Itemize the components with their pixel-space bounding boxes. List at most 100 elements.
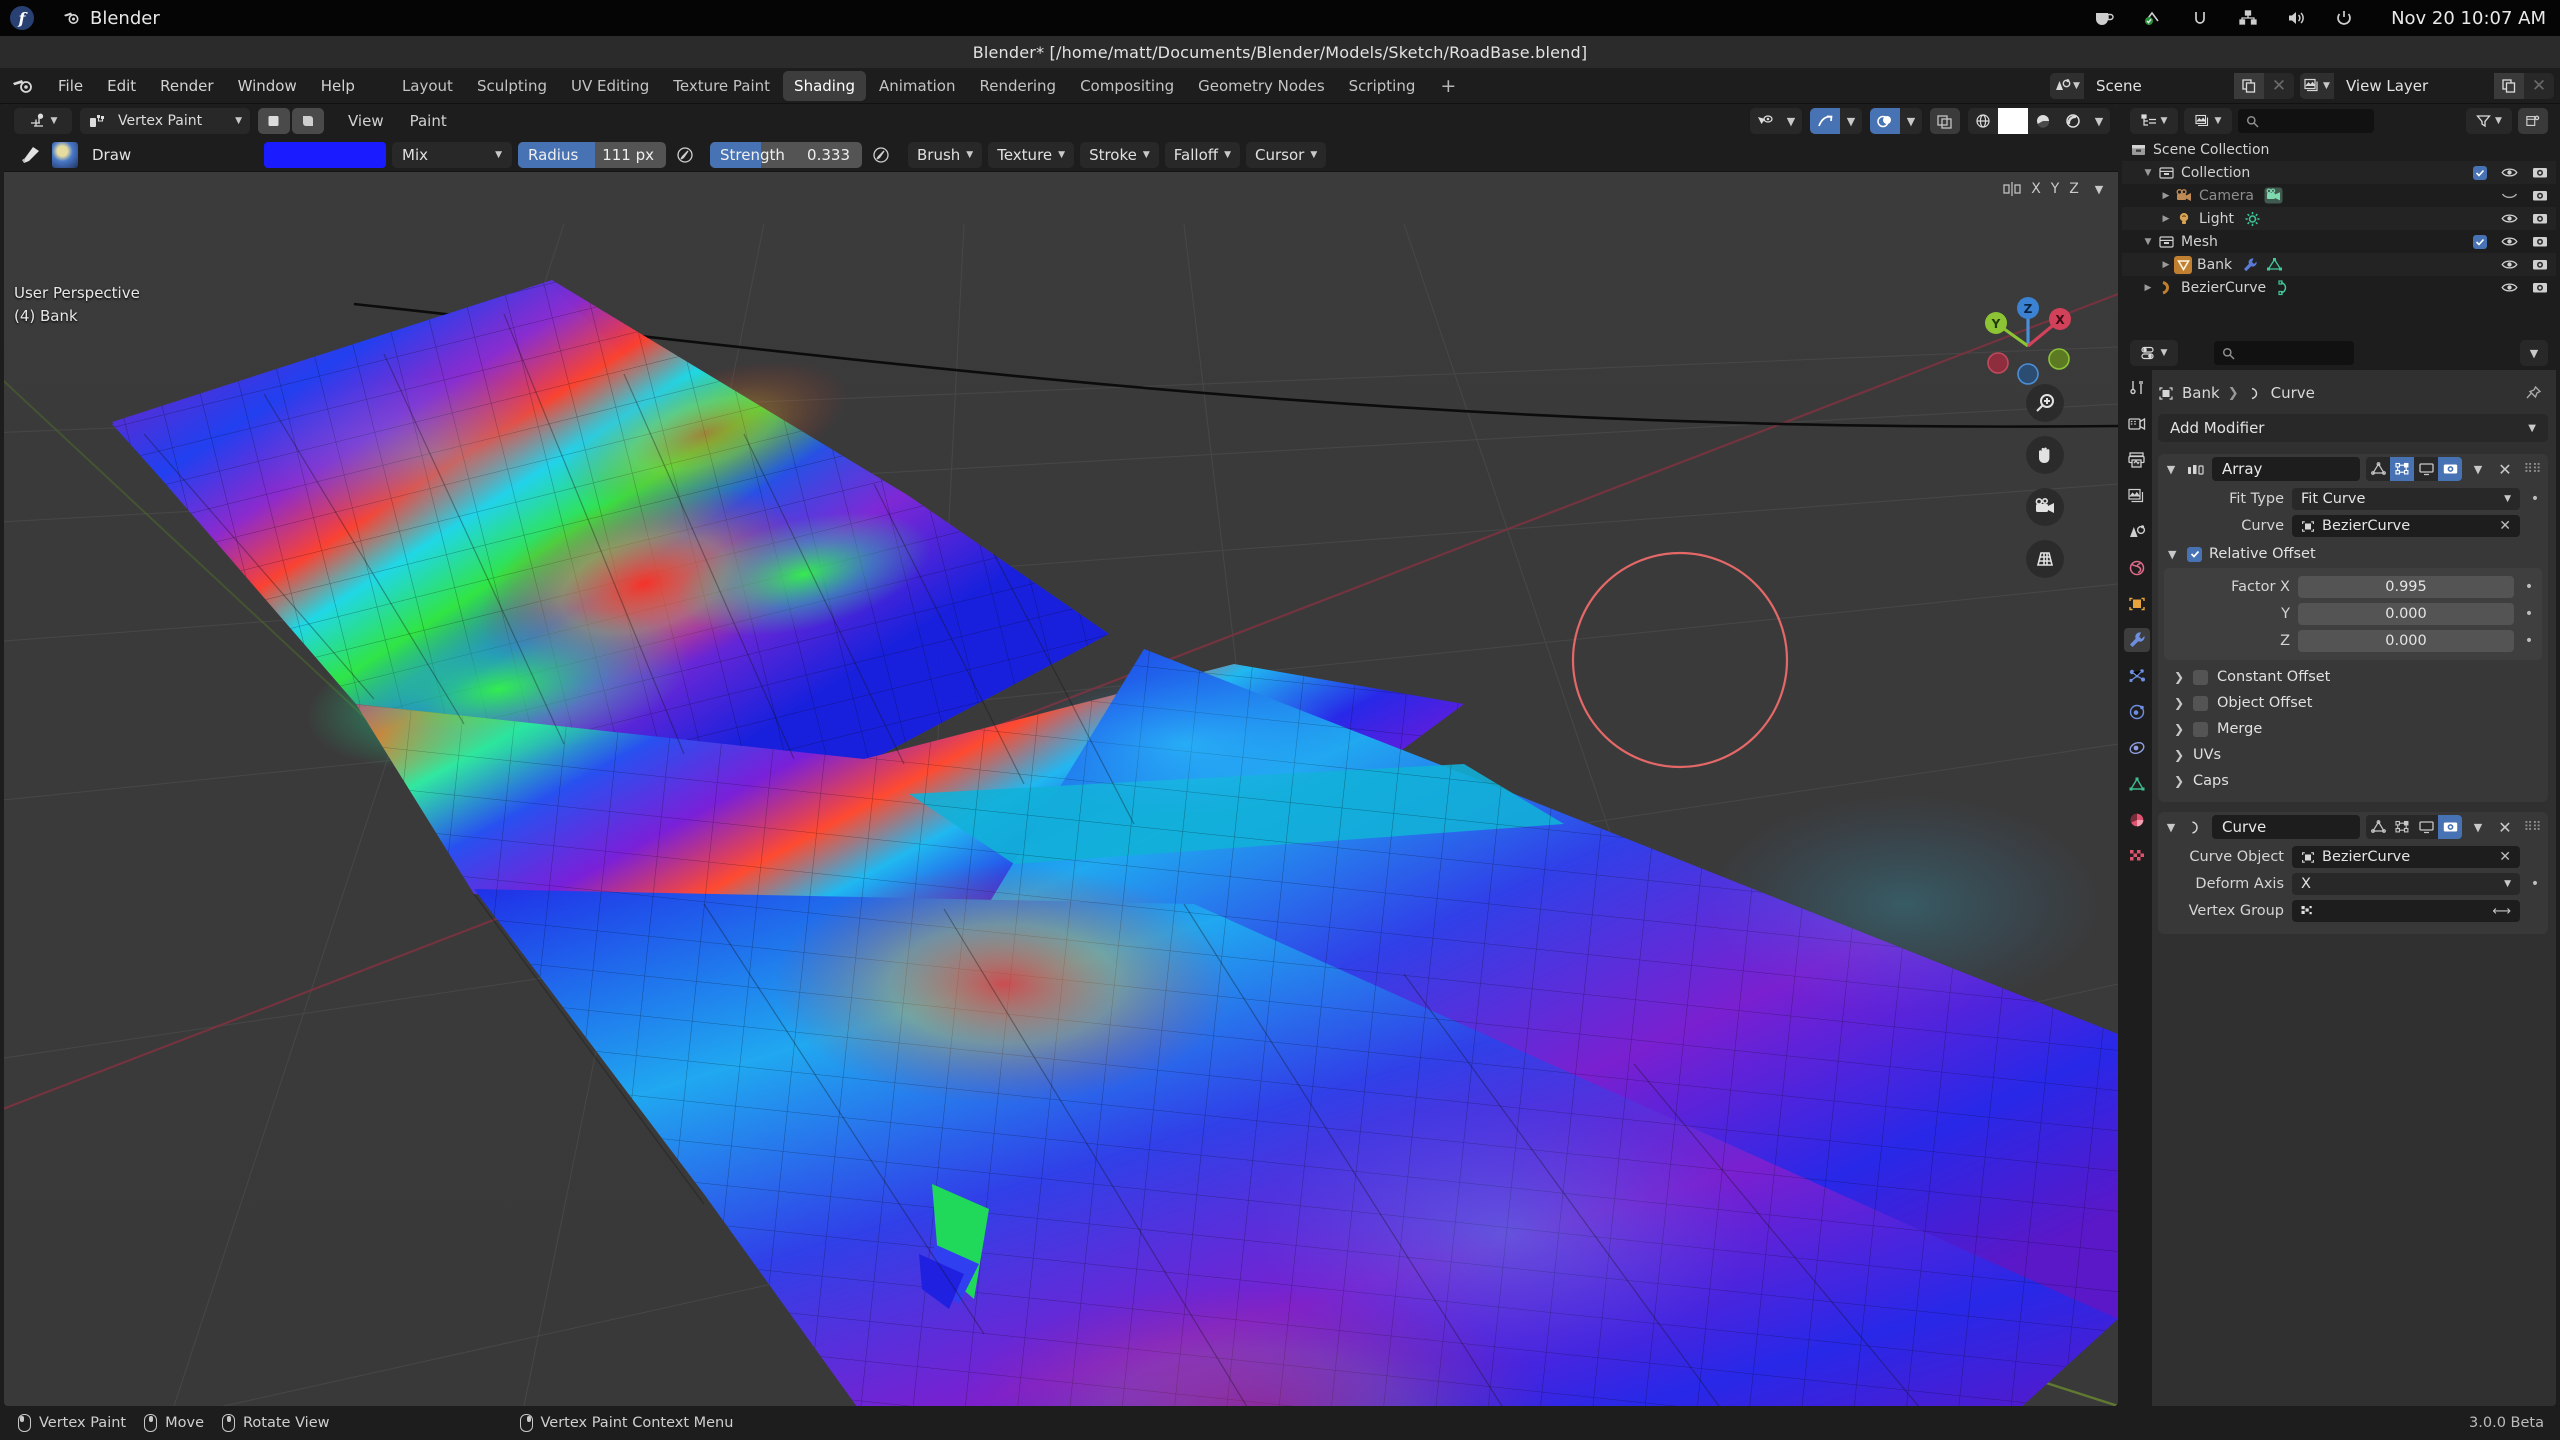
render-display-icon[interactable] [2438, 815, 2462, 839]
modifier-panel-array[interactable]: ▼ Array ▼ ✕ ⠿⠿ Fit Type Fit Curve ▼ • Cu… [2158, 454, 2548, 802]
outliner-row-collection[interactable]: ▼ Collection [2122, 161, 2556, 184]
power-icon[interactable] [2333, 7, 2355, 29]
clear-curve-object-button[interactable]: ✕ [2499, 849, 2511, 865]
exclude-checkbox[interactable] [2473, 234, 2487, 249]
brush-name[interactable]: Draw [80, 146, 258, 164]
radius-pressure-toggle-icon[interactable] [672, 142, 698, 168]
solid-shading-icon[interactable] [1998, 108, 2028, 134]
exclude-checkbox[interactable] [2473, 165, 2487, 180]
disable-in-renders-camera-icon[interactable] [2532, 235, 2548, 248]
realtime-display-icon[interactable] [2414, 457, 2438, 481]
menu-edit[interactable]: Edit [97, 73, 146, 99]
show-gizmo-icon[interactable] [1810, 108, 1840, 134]
tab-shading[interactable]: Shading [783, 70, 866, 101]
cursor-popover[interactable]: Cursor ▼ [1246, 141, 1327, 168]
hide-in-viewport-eye-icon[interactable] [2501, 212, 2518, 225]
relative-offset-checkbox[interactable] [2187, 546, 2202, 562]
disable-in-renders-camera-icon[interactable] [2532, 281, 2548, 294]
disable-in-renders-camera-icon[interactable] [2532, 258, 2548, 271]
pin-id-icon[interactable] [2525, 385, 2542, 402]
vertex-group-picker[interactable]: ⟷ [2292, 900, 2520, 922]
tab-geometry-nodes[interactable]: Geometry Nodes [1187, 71, 1336, 101]
merge-checkbox[interactable] [2193, 721, 2208, 737]
rendered-shading-icon[interactable] [2058, 108, 2088, 134]
section-object-offset[interactable]: ❯ Object Offset [2174, 690, 2548, 716]
particles-tab[interactable] [2124, 664, 2150, 688]
section-caret-icon[interactable]: ❯ [2174, 696, 2184, 710]
world-tab[interactable] [2124, 556, 2150, 580]
hide-in-viewport-eye-closed-icon[interactable] [2501, 189, 2518, 202]
breadcrumb-modifier-label[interactable]: Curve [2271, 384, 2315, 402]
disclosure-triangle-icon[interactable]: ▶ [2158, 260, 2174, 270]
wireframe-shading-icon[interactable] [1968, 108, 1998, 134]
outliner-row-beziercurve[interactable]: ▶ BezierCurve [2122, 276, 2556, 299]
symmetry-y-toggle[interactable]: Y [2047, 181, 2063, 197]
physics-tab[interactable] [2124, 700, 2150, 724]
scene-name[interactable]: Scene [2084, 72, 2234, 99]
scene-tab[interactable] [2124, 520, 2150, 544]
camera-view-icon[interactable] [2026, 488, 2064, 526]
relative-offset-caret-icon[interactable]: ▼ [2168, 548, 2180, 561]
disclosure-triangle-icon[interactable]: ▼ [2140, 168, 2156, 178]
menu-window[interactable]: Window [228, 73, 307, 99]
delete-modifier-button[interactable]: ✕ [2494, 460, 2516, 479]
render-display-icon[interactable] [2438, 457, 2462, 481]
outliner-row-light[interactable]: ▶ Light [2122, 207, 2556, 230]
view-layer-name[interactable]: View Layer [2334, 72, 2494, 99]
texture-popover[interactable]: Texture ▼ [988, 141, 1075, 168]
tab-sculpting[interactable]: Sculpting [466, 71, 558, 101]
new-view-layer-button[interactable] [2494, 72, 2524, 99]
tab-animation[interactable]: Animation [868, 71, 966, 101]
pan-hand-icon[interactable] [2026, 436, 2064, 474]
strength-slider[interactable]: Strength 0.333 [710, 141, 862, 168]
view-layer-selector[interactable]: ▼ View Layer ✕ [2300, 72, 2554, 99]
animate-property-dot-icon[interactable]: • [2522, 606, 2536, 622]
section-caps[interactable]: ❯ Caps [2174, 768, 2548, 794]
face-mask-toggle-icon[interactable] [258, 108, 290, 134]
section-caret-icon[interactable]: ❯ [2174, 722, 2184, 736]
factor-z-value-field[interactable]: 0.000 [2298, 630, 2514, 652]
view-layer-tab[interactable] [2124, 484, 2150, 508]
overlays-chevron-icon[interactable]: ▼ [1900, 108, 1922, 134]
object-visibility-chevron-icon[interactable]: ▼ [1780, 108, 1802, 134]
outliner-row-bank[interactable]: ▶ Bank [2122, 253, 2556, 276]
unlink-scene-button[interactable]: ✕ [2264, 73, 2294, 99]
ortho-persp-grid-icon[interactable] [2026, 540, 2064, 578]
data-tab[interactable] [2124, 772, 2150, 796]
tab-compositing[interactable]: Compositing [1069, 71, 1185, 101]
modifier-tab[interactable] [2124, 628, 2150, 652]
remove-view-layer-button[interactable]: ✕ [2524, 73, 2554, 99]
sound-mute-icon[interactable] [2189, 7, 2211, 29]
disclosure-triangle-icon[interactable]: ▶ [2158, 214, 2174, 224]
outliner-row-camera[interactable]: ▶ Camera [2122, 184, 2556, 207]
disable-in-renders-camera-icon[interactable] [2532, 166, 2548, 179]
hide-in-viewport-eye-icon[interactable] [2501, 235, 2518, 248]
tab-rendering[interactable]: Rendering [968, 71, 1067, 101]
symmetry-x-toggle[interactable]: X [2028, 181, 2044, 197]
3d-viewport[interactable]: ▼ Vertex Paint ▼ View Paint ▼ ▼ ▼ ▼ Draw… [4, 104, 2118, 1406]
network-wifi-icon[interactable] [2141, 7, 2163, 29]
gizmo-chevron-icon[interactable]: ▼ [1840, 108, 1862, 134]
navigation-axis-gizmo[interactable]: Z Y X [1972, 286, 2084, 398]
menu-render[interactable]: Render [150, 73, 223, 99]
animate-property-dot-icon[interactable]: • [2522, 633, 2536, 649]
material-tab[interactable] [2124, 808, 2150, 832]
symmetry-chevron-icon[interactable]: ▼ [2088, 176, 2110, 202]
add-modifier-button[interactable]: Add Modifier ▼ [2158, 414, 2548, 442]
constant-offset-checkbox[interactable] [2193, 669, 2208, 685]
outliner-editor[interactable]: ▼ ▼ ▼ Scene Collection ▼ Collection ▶ Ca… [2122, 104, 2556, 332]
toggle-xray-icon[interactable] [1930, 108, 1960, 134]
brush-popover[interactable]: Brush ▼ [908, 141, 983, 168]
curve-object-picker[interactable]: BezierCurve ✕ [2292, 515, 2520, 537]
disable-in-renders-camera-icon[interactable] [2532, 189, 2548, 202]
properties-editor[interactable]: ▼ ▼ Bank ❯ Curve Add Modifier ▼ ▼ Array … [2122, 336, 2556, 1406]
tool-tab[interactable] [2124, 376, 2150, 400]
material-preview-shading-icon[interactable] [2028, 108, 2058, 134]
outliner-row-mesh-collection[interactable]: ▼ Mesh [2122, 230, 2556, 253]
section-merge[interactable]: ❯ Merge [2174, 716, 2548, 742]
new-collection-icon[interactable] [2518, 108, 2548, 134]
delete-modifier-button[interactable]: ✕ [2494, 818, 2516, 837]
output-tab[interactable] [2124, 448, 2150, 472]
animate-property-dot-icon[interactable]: • [2522, 579, 2536, 595]
section-constant-offset[interactable]: ❯ Constant Offset [2174, 664, 2548, 690]
